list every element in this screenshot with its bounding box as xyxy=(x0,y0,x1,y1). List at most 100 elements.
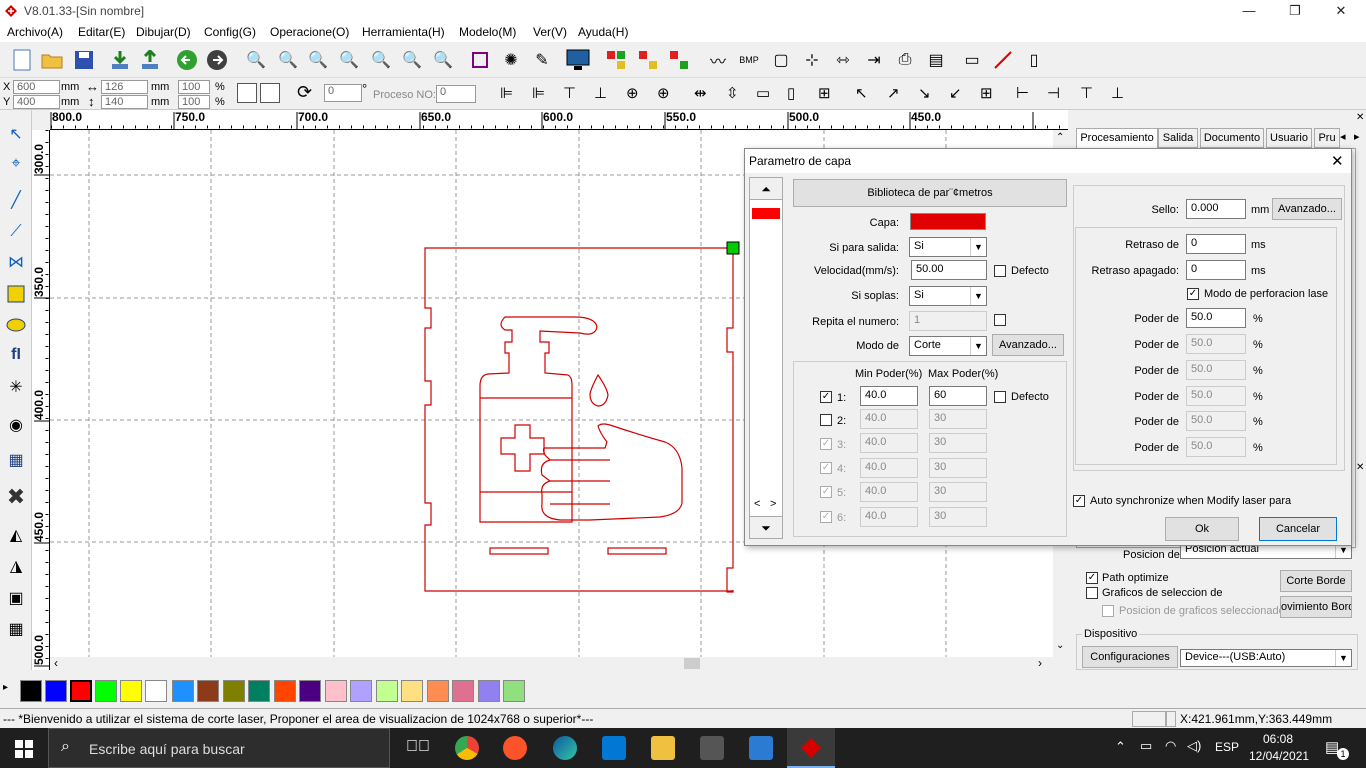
align-icon[interactable]: ⇥ xyxy=(862,48,886,72)
color-swatch[interactable] xyxy=(350,680,372,702)
laser-app-taskbar[interactable] xyxy=(787,728,835,768)
tab-salida[interactable]: Salida xyxy=(1158,128,1198,148)
height-percent-input[interactable]: 100 xyxy=(178,95,210,109)
color-swatch[interactable] xyxy=(274,680,296,702)
bmp-icon[interactable]: BMP xyxy=(737,48,761,72)
export-icon[interactable] xyxy=(138,48,162,72)
battery-icon[interactable]: ▭ xyxy=(1140,738,1152,754)
ok-button[interactable]: Ok xyxy=(1165,517,1239,541)
polyline-tool-icon[interactable]: ⟋ xyxy=(4,220,28,244)
configuraciones-button[interactable]: Configuraciones xyxy=(1082,646,1178,668)
power-2-min-input[interactable]: 40.0 xyxy=(860,409,918,429)
board-icon[interactable]: ▣ xyxy=(4,586,28,610)
node-select-icon[interactable]: ⌖ xyxy=(4,152,28,176)
rectangle-icon[interactable]: ▢ xyxy=(769,48,793,72)
redo-icon[interactable] xyxy=(205,48,229,72)
layer-color-red[interactable] xyxy=(752,208,780,219)
bitmap-tool-icon[interactable]: ◉ xyxy=(4,413,28,437)
color-swatch-selected[interactable] xyxy=(70,680,92,702)
zoom-select-icon[interactable]: 🔍 xyxy=(244,48,268,72)
distribute-bottom-icon[interactable]: ⊥ xyxy=(1111,84,1124,102)
color-swatch[interactable] xyxy=(45,680,67,702)
equal-height-icon[interactable]: ⇳ xyxy=(726,84,739,102)
color-swatch[interactable] xyxy=(120,680,142,702)
power-2-max-input[interactable]: 30 xyxy=(929,409,987,429)
selection-handle[interactable] xyxy=(726,241,740,255)
equal-width-icon[interactable]: ⇹ xyxy=(694,84,707,102)
pen-tool-icon[interactable]: ✎ xyxy=(530,48,554,72)
width-percent-input[interactable]: 100 xyxy=(178,80,210,94)
mirror-h-icon[interactable]: ◭ xyxy=(4,523,28,547)
bottom-right-icon[interactable]: ↘ xyxy=(918,84,931,102)
power-6-min-input[interactable]: 40.0 xyxy=(860,507,918,527)
graficos-checkbox[interactable] xyxy=(1086,587,1098,599)
poder-de-input-4[interactable]: 50.0 xyxy=(1186,386,1246,406)
poder-de-input-2[interactable]: 50.0 xyxy=(1186,334,1246,354)
save-icon[interactable] xyxy=(72,48,96,72)
center-h-icon[interactable]: ⊕ xyxy=(626,84,639,102)
menu-dibujar[interactable]: Dibujar(D) xyxy=(136,25,191,39)
poder-de-input-3[interactable]: 50.0 xyxy=(1186,360,1246,380)
brave-icon[interactable] xyxy=(503,736,527,760)
close-window-button[interactable]: ✕ xyxy=(1318,0,1364,22)
path-optimize-checkbox[interactable]: ✓ xyxy=(1086,572,1098,584)
power-6-checkbox[interactable]: ✓ xyxy=(820,511,832,523)
mail-icon[interactable] xyxy=(602,736,626,760)
movimiento-borde-button[interactable]: ovimiento Bord xyxy=(1280,596,1352,618)
color-swatch[interactable] xyxy=(325,680,347,702)
align-right-icon[interactable]: ⊫ xyxy=(532,84,545,102)
color-swatch[interactable] xyxy=(503,680,525,702)
horizontal-scrollbar[interactable]: ‹ › xyxy=(50,656,1053,670)
monitor-icon[interactable] xyxy=(566,48,590,72)
distribute-top-icon[interactable]: ⊤ xyxy=(1080,84,1093,102)
printer-icon[interactable]: ⎙ xyxy=(893,48,917,72)
power-4-checkbox[interactable]: ✓ xyxy=(820,462,832,474)
clock-time[interactable]: 06:08 xyxy=(1263,732,1293,746)
taskbar-search[interactable]: ⌕ Escribe aquí para buscar xyxy=(48,728,390,768)
mirror-v-icon[interactable]: ◮ xyxy=(4,554,28,578)
posicion-graficos-checkbox[interactable] xyxy=(1102,605,1114,617)
tab-usuario[interactable]: Usuario xyxy=(1266,128,1312,148)
array-copy2-icon[interactable] xyxy=(636,48,660,72)
color-swatch[interactable] xyxy=(478,680,500,702)
salida-select[interactable]: Si ▼ xyxy=(909,237,987,257)
menu-editar[interactable]: Editar(E) xyxy=(78,25,125,39)
tab-procesamiento[interactable]: Procesamiento xyxy=(1076,128,1158,148)
store-icon[interactable] xyxy=(700,736,724,760)
poder-de-input-6[interactable]: 50.0 xyxy=(1186,437,1246,457)
velocidad-defecto-checkbox[interactable] xyxy=(994,265,1006,277)
y-position-input[interactable]: 400 xyxy=(13,95,60,109)
point-tool-icon[interactable]: ✳ xyxy=(4,375,28,399)
modo-avanzado-button[interactable]: Avanzado... xyxy=(992,334,1064,356)
windows-start-icon[interactable] xyxy=(15,740,33,758)
power-defecto-checkbox[interactable] xyxy=(994,391,1006,403)
layer-color-list[interactable]: ⏶ < > ⏷ xyxy=(749,177,783,539)
red-wand-icon[interactable] xyxy=(991,48,1015,72)
tab-scroll-left-icon[interactable]: ◂ xyxy=(1340,130,1346,143)
scroll-down-icon[interactable]: ⌄ xyxy=(1056,640,1064,651)
soplas-select[interactable]: Si ▼ xyxy=(909,286,987,306)
zoom-in-icon[interactable]: 🔍 xyxy=(276,48,300,72)
power-5-max-input[interactable]: 30 xyxy=(929,482,987,502)
bottom-left-icon[interactable]: ↙ xyxy=(949,84,962,102)
distribute-left-icon[interactable]: ⊢ xyxy=(1016,84,1029,102)
height-input[interactable]: 140 xyxy=(101,95,148,109)
power-1-checkbox[interactable]: ✓ xyxy=(820,391,832,403)
node-edit-icon[interactable]: ✺ xyxy=(499,48,523,72)
language-indicator[interactable]: ESP xyxy=(1215,740,1239,754)
color-swatch[interactable] xyxy=(299,680,321,702)
scroll-right-icon[interactable]: > xyxy=(770,498,776,510)
biblioteca-button[interactable]: Biblioteca de par¨¢metros xyxy=(793,179,1067,207)
align-bottom-icon[interactable]: ⊥ xyxy=(594,84,607,102)
power-5-min-input[interactable]: 40.0 xyxy=(860,482,918,502)
ellipse-tool-icon[interactable] xyxy=(4,313,28,337)
new-file-icon[interactable] xyxy=(10,48,34,72)
corte-borde-button[interactable]: Corte Borde xyxy=(1280,570,1352,592)
color-swatch[interactable] xyxy=(172,680,194,702)
task-view-icon[interactable]: ▯⃞ xyxy=(406,738,430,756)
restore-button[interactable]: ❐ xyxy=(1272,0,1318,22)
document-icon[interactable]: ▤ xyxy=(924,48,948,72)
rotate-input[interactable]: 0 xyxy=(324,84,362,102)
distribute-right-icon[interactable]: ⊣ xyxy=(1047,84,1060,102)
ruler-tool-icon[interactable]: ▯ xyxy=(1022,48,1046,72)
